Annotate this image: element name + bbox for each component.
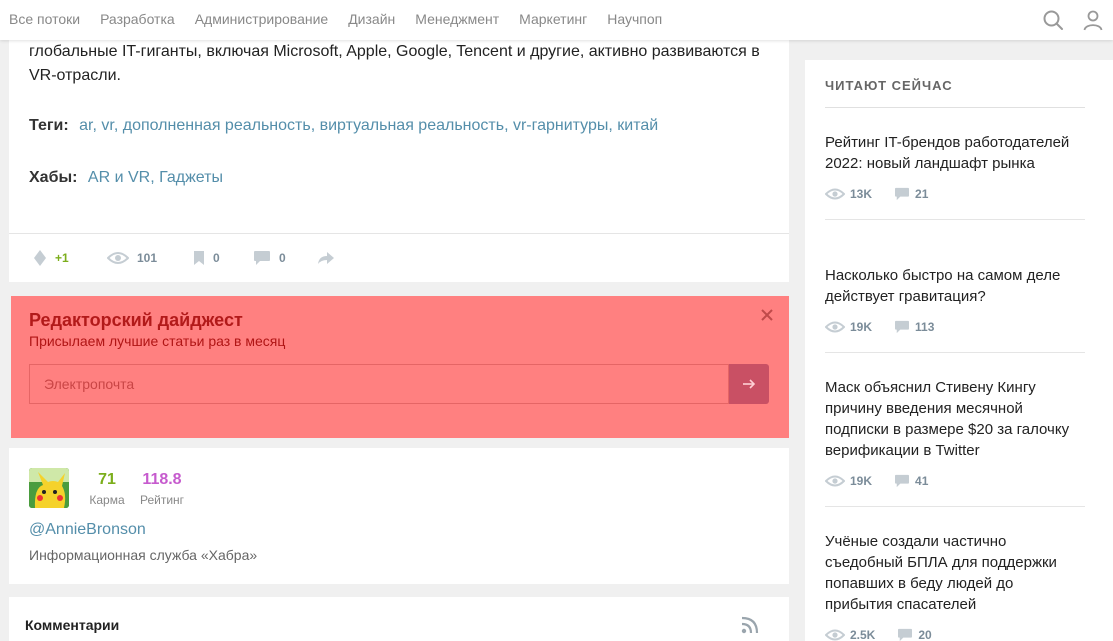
digest-subtitle: Присылаем лучшие статьи раз в месяц <box>29 333 286 349</box>
divider <box>825 107 1085 108</box>
tags-label: Теги: <box>29 117 69 134</box>
list-item: Учёные создали частично съедобный БПЛА д… <box>825 531 1085 641</box>
karma-value: 71 <box>98 471 116 488</box>
bookmarks-stat[interactable]: 0 <box>193 248 220 268</box>
bookmarks-count: 0 <box>213 251 220 265</box>
list-item: Насколько быстро на самом деле действует… <box>825 265 1085 353</box>
list-item: Маск объяснил Стивену Кингу причину введ… <box>825 377 1085 507</box>
article-text: глобальные IT-гиганты, включая Microsoft… <box>29 43 760 84</box>
divider <box>825 352 1085 353</box>
post-title[interactable]: Рейтинг IT-брендов работодателей 2022: н… <box>825 132 1085 174</box>
author-description: Информационная служба «Хабра» <box>29 547 258 563</box>
comments-title: Комментарии <box>25 617 120 633</box>
list-item: Рейтинг IT-брендов работодателей 2022: н… <box>825 132 1085 220</box>
comment-icon <box>898 628 913 641</box>
comment-icon <box>895 474 910 488</box>
arrow-right-icon <box>743 379 756 389</box>
divider <box>825 219 1085 220</box>
post-title[interactable]: Насколько быстро на самом деле действует… <box>825 265 1085 307</box>
divider <box>825 506 1085 507</box>
comments-count: 113 <box>915 320 935 334</box>
comments-count: 21 <box>915 187 929 201</box>
eye-icon <box>107 252 129 264</box>
reading-now-sidebar: ЧИТАЮТ СЕЙЧАС Рейтинг IT-брендов работод… <box>805 60 1113 641</box>
nav-item-all-flows[interactable]: Все потоки <box>9 11 80 27</box>
comments-count: 20 <box>918 628 932 641</box>
editorial-digest-banner: Редакторский дайджест Присылаем лучшие с… <box>11 296 789 438</box>
post-title[interactable]: Маск объяснил Стивену Кингу причину введ… <box>825 377 1085 461</box>
comment-icon <box>254 251 270 265</box>
divider <box>9 233 789 234</box>
flow-tabs: Все потоки Разработка Администрирование … <box>9 11 682 27</box>
hubs-label: Хабы: <box>29 169 78 186</box>
votes-stat[interactable]: +1 <box>33 248 69 268</box>
eye-icon <box>825 188 845 200</box>
post-comments[interactable]: 41 <box>894 474 928 488</box>
karma-label: Карма <box>89 493 125 507</box>
comment-icon <box>895 187 910 201</box>
post-meta: 19K 41 <box>825 474 1085 488</box>
hubs-row: Хабы: AR и VR, Гаджеты <box>29 169 223 187</box>
post-title[interactable]: Учёные создали частично съедобный БПЛА д… <box>825 531 1085 615</box>
comments-count: 41 <box>915 474 929 488</box>
views-count: 2.5K <box>850 628 876 641</box>
views-count: 19K <box>850 320 873 334</box>
tags-links[interactable]: ar, vr, дополненная реальность, виртуаль… <box>79 117 658 134</box>
search-icon[interactable] <box>1041 8 1065 32</box>
views-count: 13K <box>850 187 873 201</box>
eye-icon <box>825 629 845 641</box>
views-count: 19K <box>850 474 873 488</box>
share-button[interactable] <box>317 248 343 268</box>
rss-icon[interactable] <box>741 616 759 634</box>
vote-icon <box>34 250 46 266</box>
post-meta: 13K 21 <box>825 187 1085 201</box>
nav-item-design[interactable]: Дизайн <box>348 11 395 27</box>
post-meta: 2.5K 20 <box>825 628 1085 641</box>
post-comments[interactable]: 21 <box>894 187 928 201</box>
subscribe-button[interactable] <box>729 364 769 404</box>
tags-row: Теги: ar, vr, дополненная реальность, ви… <box>29 117 658 135</box>
karma-metric: 71 Карма <box>89 471 125 507</box>
nav-item-management[interactable]: Менеджмент <box>415 11 499 27</box>
eye-icon <box>825 321 845 333</box>
sidebar-heading: ЧИТАЮТ СЕЙЧАС <box>825 78 953 93</box>
nav-item-development[interactable]: Разработка <box>100 11 175 27</box>
post-meta: 19K 113 <box>825 320 1085 334</box>
author-card: 71 Карма 118.8 Рейтинг @AnnieBronson Инф… <box>9 448 789 584</box>
nav-item-administration[interactable]: Администрирование <box>195 11 329 27</box>
bookmark-icon <box>194 251 204 265</box>
post-views: 13K <box>825 187 872 201</box>
close-icon[interactable] <box>759 307 775 323</box>
article-footer-card: глобальные IT-гиганты, включая Microsoft… <box>9 40 789 282</box>
nav-item-marketing[interactable]: Маркетинг <box>519 11 587 27</box>
author-nickname[interactable]: @AnnieBronson <box>29 521 146 539</box>
avatar[interactable] <box>29 468 69 508</box>
rating-metric: 118.8 Рейтинг <box>139 471 185 507</box>
hubs-links[interactable]: AR и VR, Гаджеты <box>88 169 223 186</box>
user-icon[interactable] <box>1081 8 1105 32</box>
views-stat: 101 <box>107 248 157 268</box>
top-navigation: Все потоки Разработка Администрирование … <box>0 0 1113 40</box>
post-comments[interactable]: 113 <box>894 320 934 334</box>
votes-count: +1 <box>55 251 69 265</box>
digest-title: Редакторский дайджест <box>29 310 243 330</box>
post-comments[interactable]: 20 <box>897 628 932 641</box>
post-views: 19K <box>825 474 872 488</box>
post-views: 19K <box>825 320 872 334</box>
nav-item-popsci[interactable]: Научпоп <box>607 11 662 27</box>
comments-section: Комментарии <box>9 597 789 641</box>
post-views: 2.5K <box>825 628 875 641</box>
comments-stat[interactable]: 0 <box>253 248 286 268</box>
views-count: 101 <box>137 251 158 265</box>
rating-value: 118.8 <box>142 471 182 488</box>
comment-icon <box>895 320 910 334</box>
email-field[interactable] <box>29 364 729 404</box>
rating-label: Рейтинг <box>139 493 185 507</box>
eye-icon <box>825 475 845 487</box>
share-icon <box>318 252 334 264</box>
comments-count: 0 <box>279 251 286 265</box>
